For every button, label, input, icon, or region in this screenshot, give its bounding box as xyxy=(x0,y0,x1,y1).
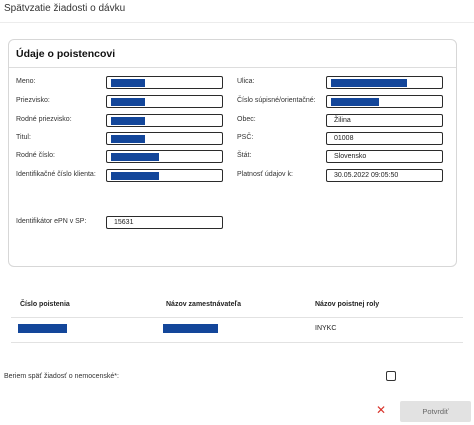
epn-id-field[interactable]: 15631 xyxy=(106,216,223,229)
house-number-field[interactable] xyxy=(326,95,443,108)
first-name-field[interactable] xyxy=(106,76,223,89)
table-row-divider xyxy=(11,342,463,343)
table-header-divider xyxy=(11,317,463,318)
label-last-name: Priezvisko: xyxy=(16,97,50,104)
label-country: Štát: xyxy=(237,152,252,159)
withdraw-label: Beriem späť žiadosť o nemocenské*: xyxy=(4,373,119,380)
employer-cell xyxy=(163,324,218,333)
birth-surname-field[interactable] xyxy=(106,114,223,127)
redaction-mask xyxy=(111,172,159,180)
policy-number-cell xyxy=(18,324,67,333)
redaction-mask xyxy=(111,135,145,143)
country-field[interactable]: Slovensko xyxy=(326,150,443,163)
label-city: Obec: xyxy=(237,116,256,123)
insured-panel: Údaje o poistencovi Meno: Priezvisko: Ro… xyxy=(8,39,457,267)
redaction-mask xyxy=(111,79,145,87)
label-first-name: Meno: xyxy=(16,78,36,85)
column-header-role[interactable]: Názov poistnej roly xyxy=(315,301,379,308)
label-client-id: Identifikačné číslo klienta: xyxy=(16,171,96,178)
close-icon[interactable]: ✕ xyxy=(376,403,386,417)
valid-as-of-field[interactable]: 30.05.2022 09:05:50 xyxy=(326,169,443,182)
city-field[interactable]: Žilina xyxy=(326,114,443,127)
confirm-button[interactable]: Potvrdiť xyxy=(400,401,471,422)
label-street: Ulica: xyxy=(237,78,255,85)
panel-heading: Údaje o poistencovi xyxy=(16,48,116,60)
redaction-mask xyxy=(111,117,145,125)
last-name-field[interactable] xyxy=(106,95,223,108)
header-divider xyxy=(0,22,474,23)
withdraw-checkbox[interactable] xyxy=(386,371,396,381)
birth-number-field[interactable] xyxy=(106,150,223,163)
label-birth-surname: Rodné priezvisko: xyxy=(16,116,72,123)
redaction-mask xyxy=(331,98,379,106)
street-field[interactable] xyxy=(326,76,443,89)
column-header-policy-number[interactable]: Číslo poistenia xyxy=(20,301,70,308)
role-cell: INYKC xyxy=(315,325,337,332)
title-field[interactable] xyxy=(106,132,223,145)
redaction-mask xyxy=(111,98,145,106)
label-house-number: Číslo súpisné/orientačné: xyxy=(237,97,316,104)
panel-divider xyxy=(9,67,456,68)
label-postal-code: PSČ: xyxy=(237,134,254,141)
dialog-title: Spätvzatie žiadosti o dávku xyxy=(4,3,126,14)
redaction-mask xyxy=(111,153,159,161)
label-title: Titul: xyxy=(16,134,31,141)
label-valid-as-of: Platnosť údajov k: xyxy=(237,171,293,178)
label-birth-number: Rodné číslo: xyxy=(16,152,55,159)
postal-code-field[interactable]: 01008 xyxy=(326,132,443,145)
client-id-field[interactable] xyxy=(106,169,223,182)
column-header-employer[interactable]: Názov zamestnávateľa xyxy=(166,301,241,308)
label-epn-id: Identifikátor ePN v SP: xyxy=(16,218,87,225)
redaction-mask xyxy=(331,79,407,87)
